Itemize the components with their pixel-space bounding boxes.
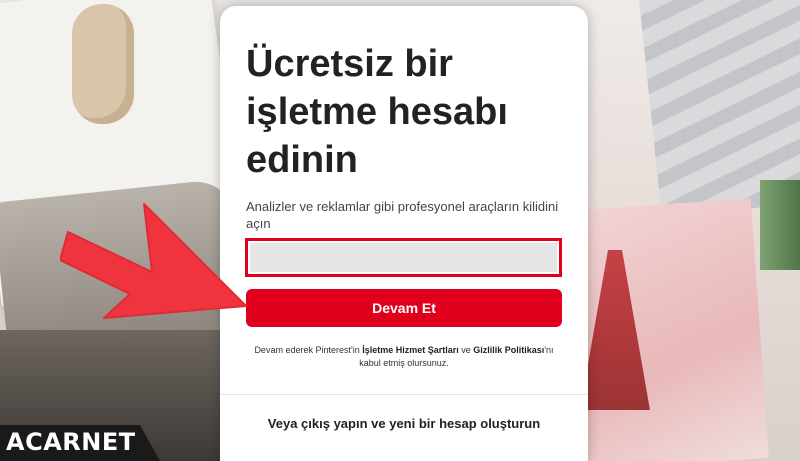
- modal-title: Ücretsiz bir işletme hesabı edinin: [246, 43, 508, 181]
- email-field[interactable]: [250, 243, 557, 272]
- logout-create-account-link[interactable]: Veya çıkış yapın ve yeni bir hesap oluşt…: [220, 416, 588, 431]
- arrow-pointing-right-icon: [60, 203, 247, 319]
- email-field-highlight: [245, 238, 562, 277]
- background-right-photo: [551, 0, 800, 461]
- background-green-card: [760, 180, 800, 270]
- continue-button[interactable]: Devam Et: [246, 289, 562, 327]
- privacy-policy-link[interactable]: Gizlilik Politikası: [473, 345, 544, 355]
- watermark-text: ACARNET: [6, 428, 136, 456]
- terms-prefix: Devam ederek Pinterest'in: [254, 345, 363, 355]
- decorative-letter-shape: [72, 4, 134, 124]
- business-signup-modal: Ücretsiz bir işletme hesabı edinin Anali…: [220, 6, 588, 461]
- terms-notice: Devam ederek Pinterest'in İşletme Hizmet…: [246, 344, 562, 370]
- terms-middle: ve: [458, 345, 474, 355]
- business-terms-link[interactable]: İşletme Hizmet Şartları: [362, 345, 459, 355]
- divider: [220, 394, 588, 395]
- modal-subtitle: Analizler ve reklamlar gibi profesyonel …: [246, 199, 559, 231]
